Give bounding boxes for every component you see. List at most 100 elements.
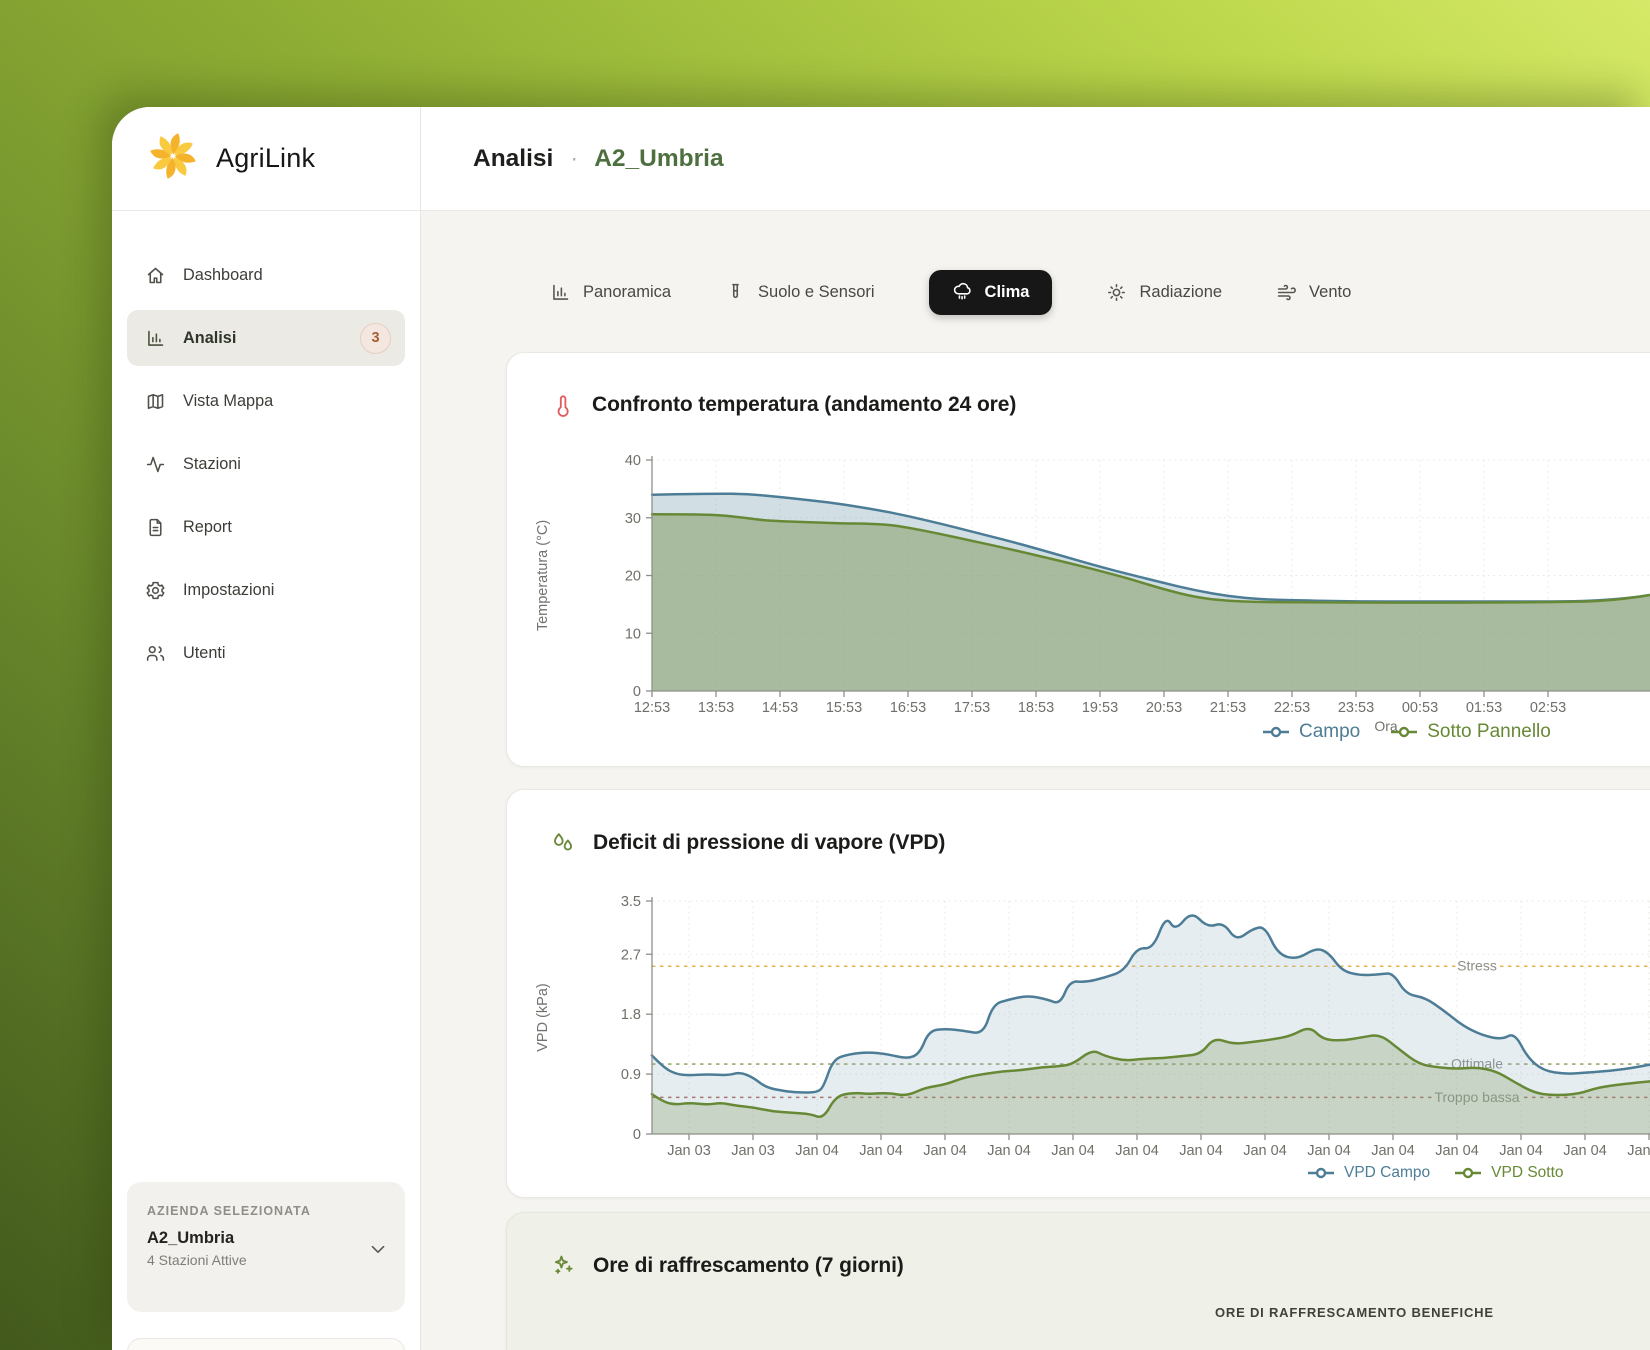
svg-text:Jan 03: Jan 03 [667,1143,711,1159]
tab-panoramica[interactable]: Panoramica [550,282,671,303]
legend-item-vpd-sotto: VPD Sotto [1454,1164,1563,1182]
sidebar-item-vista-mappa[interactable]: Vista Mappa [127,373,405,429]
farm-selector-label: AZIENDA SELEZIONATA [147,1204,385,1218]
svg-text:16:53: 16:53 [890,700,926,716]
svg-text:15:53: 15:53 [826,700,862,716]
svg-text:14:53: 14:53 [762,700,798,716]
svg-text:Jan 04: Jan 04 [1371,1143,1415,1159]
sidebar-item-label: Dashboard [183,266,263,285]
svg-text:Jan 04: Jan 04 [859,1143,903,1159]
activity-icon [145,454,166,475]
svg-text:02:53: 02:53 [1530,700,1566,716]
svg-text:12:53: 12:53 [634,700,670,716]
agrilink-logo-icon [145,128,201,189]
svg-text:40: 40 [625,453,641,469]
sidebar-item-label: Vista Mappa [183,392,273,411]
legend-item-vpd-campo: VPD Campo [1307,1164,1430,1182]
tab-vento[interactable]: Vento [1276,282,1351,303]
sidebar-item-dashboard[interactable]: Dashboard [127,247,405,303]
svg-text:Stress: Stress [1457,958,1497,974]
svg-text:17:53: 17:53 [954,700,990,716]
tab-clima[interactable]: Clima [929,270,1053,315]
sidebar-item-label: Impostazioni [183,581,274,600]
svg-text:VPD (kPa): VPD (kPa) [535,983,551,1052]
chart-title-temperature: Confronto temperatura (andamento 24 ore) [592,393,1016,417]
breadcrumb-separator: · [570,145,578,172]
page-title: Analisi [473,145,553,172]
file-text-icon [145,517,166,538]
vpd-chart-card: Deficit di pressione di vapore (VPD) Str… [506,789,1650,1198]
svg-text:Jan 04: Jan 04 [1243,1143,1287,1159]
svg-text:Jan 04: Jan 04 [795,1143,839,1159]
cooling-hours-card: Ore di raffrescamento (7 giorni) ORE DI … [506,1212,1650,1350]
temperature-chart-legend: CampoSotto Pannello [1262,721,1551,743]
svg-text:3.5: 3.5 [621,894,641,910]
svg-text:0: 0 [633,684,641,700]
farm-selector-status: 4 Stazioni Attive [147,1252,385,1268]
app-window: AgriLink DashboardAnalisi3Vista MappaSta… [112,107,1650,1350]
bar-chart-icon [550,282,571,303]
desktop-background: AgriLink DashboardAnalisi3Vista MappaSta… [0,0,1650,1350]
home-icon [145,265,166,286]
vpd-chart-legend: VPD Campo VPD Sotto [1307,1164,1564,1182]
svg-text:00:53: 00:53 [1402,700,1438,716]
gear-icon [145,580,166,601]
sidebar-nav: Dashboard Analisi 3 Vista Mappa Stazioni Repo… [112,211,420,681]
svg-text:Jan 04: Jan 04 [923,1143,967,1159]
bar-chart-icon [145,328,166,349]
tab-label: Panoramica [583,283,671,302]
secondary-panel[interactable] [127,1338,405,1350]
svg-text:20: 20 [625,569,641,585]
probe-icon [725,282,746,303]
card-head-vpd: Deficit di pressione di vapore (VPD) [507,790,1650,855]
vpd-chart: StressOttimaleTroppo bassa00.91.82.73.5J… [507,860,1650,1172]
legend-label: VPD Campo [1344,1164,1430,1182]
sparkles-icon [551,1253,576,1278]
sidebar-item-label: Analisi [183,329,236,348]
sidebar-item-stazioni[interactable]: Stazioni [127,436,405,492]
tab-radiazione[interactable]: Radiazione [1106,282,1222,303]
svg-text:Jan 04: Jan 04 [1115,1143,1159,1159]
svg-text:Jan 03: Jan 03 [731,1143,775,1159]
tab-suolo-e-sensori[interactable]: Suolo e Sensori [725,282,875,303]
droplets-icon [551,830,576,855]
cooling-hours-series-label: ORE DI RAFFRESCAMENTO BENEFICHE [1215,1305,1494,1320]
svg-text:18:53: 18:53 [1018,700,1054,716]
sidebar-badge: 3 [360,323,391,354]
chart-title-vpd: Deficit di pressione di vapore (VPD) [593,831,945,855]
tab-label: Clima [985,283,1030,302]
chart-title-cooling: Ore di raffrescamento (7 giorni) [593,1254,904,1278]
legend-item-campo: Campo [1262,721,1360,743]
wind-icon [1276,282,1297,303]
main-area: Analisi · A2_Umbria Panoramica Suolo e Se… [421,107,1650,1350]
tab-label: Radiazione [1139,283,1222,302]
legend-label: VPD Sotto [1491,1164,1563,1182]
svg-text:23:53: 23:53 [1338,700,1374,716]
svg-text:2.7: 2.7 [621,947,641,963]
svg-text:Temperatura (°C): Temperatura (°C) [535,520,551,631]
svg-text:Jan 04: Jan 04 [1179,1143,1223,1159]
page-subtitle: A2_Umbria [594,145,723,172]
sidebar-item-analisi[interactable]: Analisi 3 [127,310,405,366]
sidebar-item-label: Stazioni [183,455,241,474]
svg-text:01:53: 01:53 [1466,700,1502,716]
card-head-temperature: Confronto temperatura (andamento 24 ore) [507,353,1650,417]
farm-selector[interactable]: AZIENDA SELEZIONATA A2_Umbria 4 Stazioni… [127,1182,405,1312]
svg-text:20:53: 20:53 [1146,700,1182,716]
svg-text:30: 30 [625,511,641,527]
tab-bar: Panoramica Suolo e Sensori Clima Radiazione… [550,268,1650,316]
tab-label: Vento [1309,283,1351,302]
sidebar-item-report[interactable]: Report [127,499,405,555]
svg-text:0: 0 [633,1127,641,1143]
farm-selector-name: A2_Umbria [147,1229,385,1248]
tab-label: Suolo e Sensori [758,283,875,302]
map-icon [145,391,166,412]
temperature-chart: 01020304012:5313:5314:5315:5316:5317:531… [507,423,1650,735]
sidebar-item-utenti[interactable]: Utenti [127,625,405,681]
svg-text:Jan 04: Jan 04 [1627,1143,1650,1159]
svg-text:22:53: 22:53 [1274,700,1310,716]
svg-text:Jan 04: Jan 04 [1435,1143,1479,1159]
thermometer-icon [551,393,575,417]
sidebar-item-impostazioni[interactable]: Impostazioni [127,562,405,618]
legend-marker-icon [1390,726,1418,738]
